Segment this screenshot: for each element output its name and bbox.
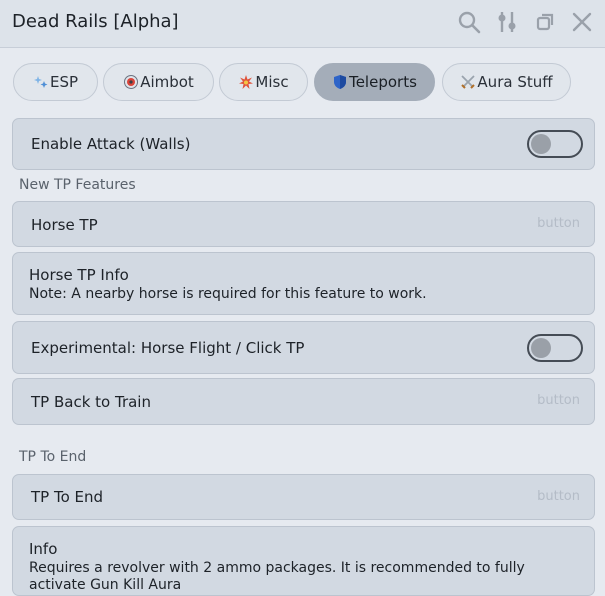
search-icon[interactable] [456, 9, 482, 35]
burst-icon [238, 74, 254, 90]
info-body: Requires a revolver with 2 ammo packages… [29, 560, 525, 593]
minimize-icon[interactable] [532, 9, 558, 35]
tab-teleports[interactable]: Teleports [314, 63, 435, 101]
tab-aura-stuff[interactable]: Aura Stuff [442, 63, 571, 101]
tp-back-to-train-button[interactable]: TP Back to Train button [12, 378, 595, 425]
tab-misc[interactable]: Misc [219, 63, 308, 101]
button-hint: button [537, 393, 580, 408]
toggle-knob [531, 338, 551, 358]
tp-to-end-button[interactable]: TP To End button [12, 474, 595, 520]
title-bar: Dead Rails [Alpha] [0, 0, 605, 48]
shield-icon [332, 74, 348, 90]
enable-attack-label: Enable Attack (Walls) [31, 135, 191, 153]
section-tp-to-end: TP To End [19, 449, 87, 465]
tab-label: ESP [49, 73, 79, 91]
target-icon [123, 74, 139, 90]
horse-tp-info-card: Horse TP Info Note: A nearby horse is re… [12, 252, 595, 315]
horse-flight-toggle[interactable] [527, 334, 583, 362]
section-new-tp-features: New TP Features [19, 177, 136, 193]
tab-label: Aura Stuff [477, 73, 553, 91]
tab-label: Aimbot [140, 73, 194, 91]
button-hint: button [537, 489, 580, 504]
tab-aimbot[interactable]: Aimbot [103, 63, 214, 101]
tab-esp[interactable]: ESP [13, 63, 98, 101]
sparkle-icon [33, 74, 49, 90]
horse-tp-info-title: Horse TP Info [29, 266, 129, 284]
horse-tp-label: Horse TP [31, 216, 98, 234]
info-title: Info [29, 540, 58, 558]
tp-back-to-train-label: TP Back to Train [31, 393, 151, 411]
horse-tp-info-body: Note: A nearby horse is required for thi… [29, 286, 427, 302]
horse-tp-button[interactable]: Horse TP button [12, 201, 595, 247]
tab-label: Teleports [349, 73, 417, 91]
close-icon[interactable] [569, 9, 595, 35]
tp-to-end-label: TP To End [31, 488, 104, 506]
settings-sliders-icon[interactable] [494, 9, 520, 35]
info-card: Info Requires a revolver with 2 ammo pac… [12, 526, 595, 596]
button-hint: button [537, 216, 580, 231]
enable-attack-toggle[interactable] [527, 130, 583, 158]
enable-attack-row[interactable]: Enable Attack (Walls) [12, 118, 595, 170]
horse-flight-row[interactable]: Experimental: Horse Flight / Click TP [12, 321, 595, 374]
tab-label: Misc [255, 73, 289, 91]
crossed-swords-icon [460, 74, 476, 90]
window-title: Dead Rails [Alpha] [12, 11, 179, 32]
horse-flight-label: Experimental: Horse Flight / Click TP [31, 339, 305, 357]
toggle-knob [531, 134, 551, 154]
